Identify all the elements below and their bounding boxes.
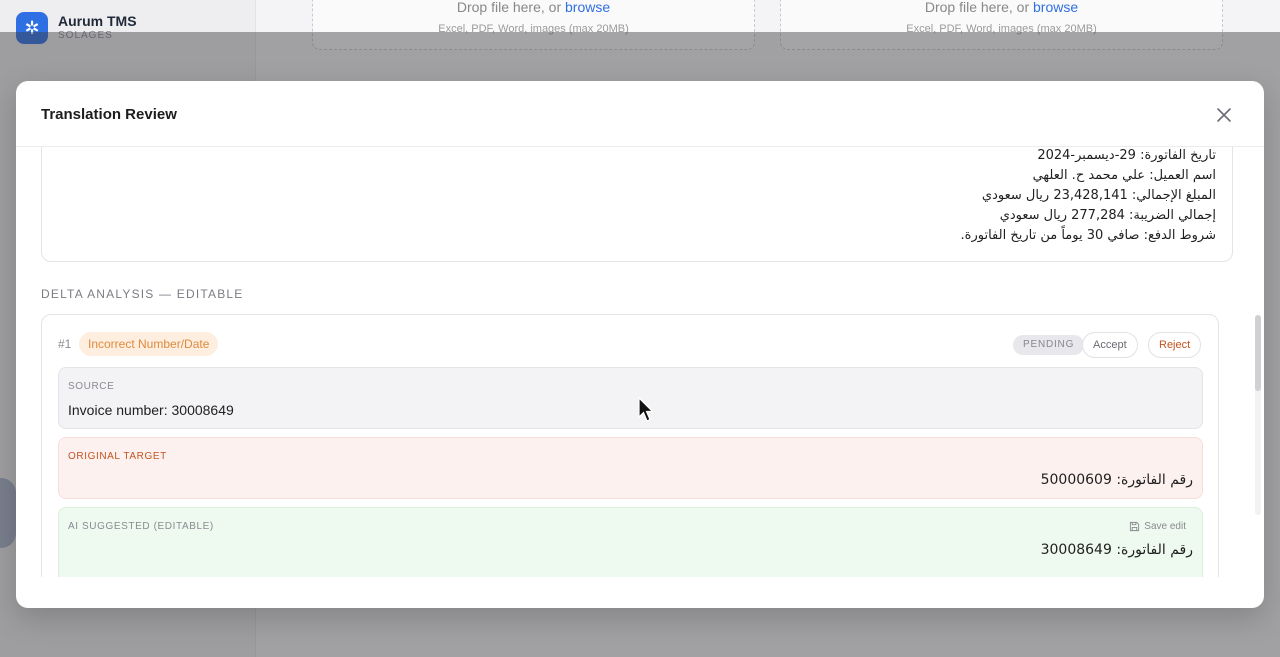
delta-item: #1 Incorrect Number/Date PENDING Accept … xyxy=(41,314,1219,577)
save-icon xyxy=(1130,521,1140,532)
original-target-label: ORIGINAL TARGET xyxy=(68,451,167,462)
translated-line: إجمالي الضريبة: 277,284 ريال سعودي xyxy=(999,208,1216,223)
ai-suggested-panel[interactable]: AI SUGGESTED (EDITABLE) Save edit رقم ال… xyxy=(58,507,1203,577)
app-name: Aurum TMS xyxy=(58,13,137,29)
save-edit-button[interactable]: Save edit xyxy=(1129,521,1186,532)
status-badge: PENDING xyxy=(1013,335,1085,355)
translated-text-card: تاريخ الفاتورة: 29-ديسمبر-2024 اسم العمي… xyxy=(41,147,1233,262)
translated-line: المبلغ الإجمالي: 23,428,141 ريال سعودي xyxy=(981,188,1216,203)
accept-button[interactable]: Accept xyxy=(1082,332,1138,358)
translated-line: تاريخ الفاتورة: 29-ديسمبر-2024 xyxy=(1037,148,1216,163)
modal-title: Translation Review xyxy=(41,106,177,123)
reject-button[interactable]: Reject xyxy=(1148,332,1202,358)
translated-text: تاريخ الفاتورة: 29-ديسمبر-2024 اسم العمي… xyxy=(961,147,1216,246)
save-edit-label: Save edit xyxy=(1144,521,1186,532)
browse-link[interactable]: browse xyxy=(1033,0,1078,15)
source-label: SOURCE xyxy=(68,381,115,392)
translation-review-modal: Translation Review تاريخ الفاتورة: 29-دي… xyxy=(16,81,1264,608)
dropzone-text: Drop file here, or xyxy=(924,0,1030,15)
source-value: Invoice number: 30008649 xyxy=(68,402,234,418)
original-target-value: رقم الفاتورة: 50000609 xyxy=(1040,472,1193,488)
close-icon xyxy=(1217,108,1231,122)
delta-number: #1 xyxy=(58,337,72,351)
modal-header: Translation Review xyxy=(16,81,1264,147)
scrollbar-thumb[interactable] xyxy=(1255,315,1261,391)
modal-body: تاريخ الفاتورة: 29-ديسمبر-2024 اسم العمي… xyxy=(16,147,1264,577)
dropzone-text: Drop file here, or xyxy=(456,0,562,15)
translated-line: اسم العميل: علي محمد ح. العلهي xyxy=(1032,168,1216,183)
section-label: DELTA ANALYSIS — EDITABLE xyxy=(41,287,244,301)
ai-suggested-input[interactable]: رقم الفاتورة: 30008649 xyxy=(1041,542,1193,558)
delta-category-badge: Incorrect Number/Date xyxy=(79,332,219,356)
close-button[interactable] xyxy=(1212,103,1236,127)
translated-line: شروط الدفع: صافي 30 يوماً من تاريخ الفات… xyxy=(960,228,1216,243)
mouse-cursor-icon xyxy=(638,397,654,422)
source-panel: SOURCE Invoice number: 30008649 xyxy=(58,367,1203,429)
original-target-panel: ORIGINAL TARGET رقم الفاتورة: 50000609 xyxy=(58,437,1203,499)
browse-link[interactable]: browse xyxy=(565,0,610,15)
ai-suggested-label: AI SUGGESTED (EDITABLE) xyxy=(68,521,214,532)
